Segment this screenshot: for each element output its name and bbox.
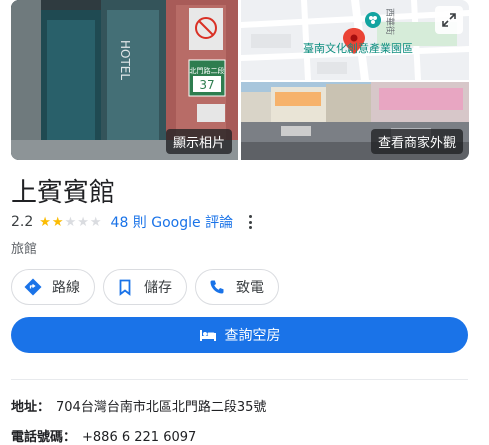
reviews-link[interactable]: 48 則 Google 評論 — [111, 212, 234, 232]
hotel-sign-text: HOTEL — [118, 40, 132, 80]
rating-stars: ★ ★ ★ ★ ★ — [39, 216, 102, 229]
address-label: 地址： — [11, 400, 51, 415]
map-thumbnail[interactable]: 西華街 臺南文化創意產業園區 — [241, 0, 469, 80]
call-button[interactable]: 致電 — [195, 269, 279, 305]
address-value[interactable]: 704台灣台南市北區北門路二段35號 — [56, 400, 266, 415]
check-availability-button[interactable]: 查詢空房 — [11, 317, 468, 353]
star-empty-icon: ★ — [64, 214, 77, 230]
star-filled-icon: ★ — [51, 214, 64, 230]
door-plate-street: 北門路二段 — [190, 66, 225, 75]
bookmark-icon — [119, 279, 131, 296]
call-label: 致電 — [236, 280, 264, 296]
photo-gallery: HOTEL 北門路二段 37 顯示相片 西華街 臺南文化創意產業園區 查看商家外… — [11, 0, 469, 160]
view-storefront-label[interactable]: 查看商家外觀 — [370, 129, 463, 154]
map-road-label: 西華街 — [384, 8, 396, 35]
rating-value: 2.2 — [11, 214, 34, 230]
map-place-label: 臺南文化創意產業園區 — [303, 41, 413, 55]
expand-icon[interactable] — [435, 6, 463, 34]
phone-row: 電話號碼： +886 6 221 6097 — [11, 426, 196, 445]
address-row: 地址： 704台灣台南市北區北門路二段35號 — [11, 396, 266, 415]
check-availability-label: 查詢空房 — [224, 328, 281, 344]
star-empty-icon: ★ — [77, 214, 89, 230]
directions-button[interactable]: 路線 — [11, 269, 95, 305]
directions-label: 路線 — [52, 280, 80, 296]
save-label: 儲存 — [144, 280, 172, 296]
star-filled-icon: ★ — [39, 214, 51, 230]
business-category: 旅館 — [11, 242, 38, 257]
divider — [11, 379, 468, 380]
save-button[interactable]: 儲存 — [103, 269, 187, 305]
business-name: 上賓賓館 — [11, 178, 116, 208]
door-plate-number: 37 — [199, 78, 214, 92]
phone-value[interactable]: +886 6 221 6097 — [82, 430, 196, 445]
rating-row: 2.2 ★ ★ ★ ★ ★ 48 則 Google 評論 — [11, 212, 257, 232]
more-options-icon[interactable] — [243, 214, 257, 230]
street-view-thumbnail[interactable]: 查看商家外觀 — [241, 82, 469, 160]
phone-label: 電話號碼： — [11, 430, 77, 445]
show-photos-label[interactable]: 顯示相片 — [165, 129, 232, 154]
phone-icon — [210, 280, 224, 294]
directions-icon — [24, 278, 42, 296]
bed-icon — [199, 330, 216, 341]
star-empty-icon: ★ — [89, 214, 102, 230]
main-photo[interactable]: HOTEL 北門路二段 37 顯示相片 — [11, 0, 238, 160]
action-buttons: 路線 儲存 致電 — [11, 269, 279, 305]
